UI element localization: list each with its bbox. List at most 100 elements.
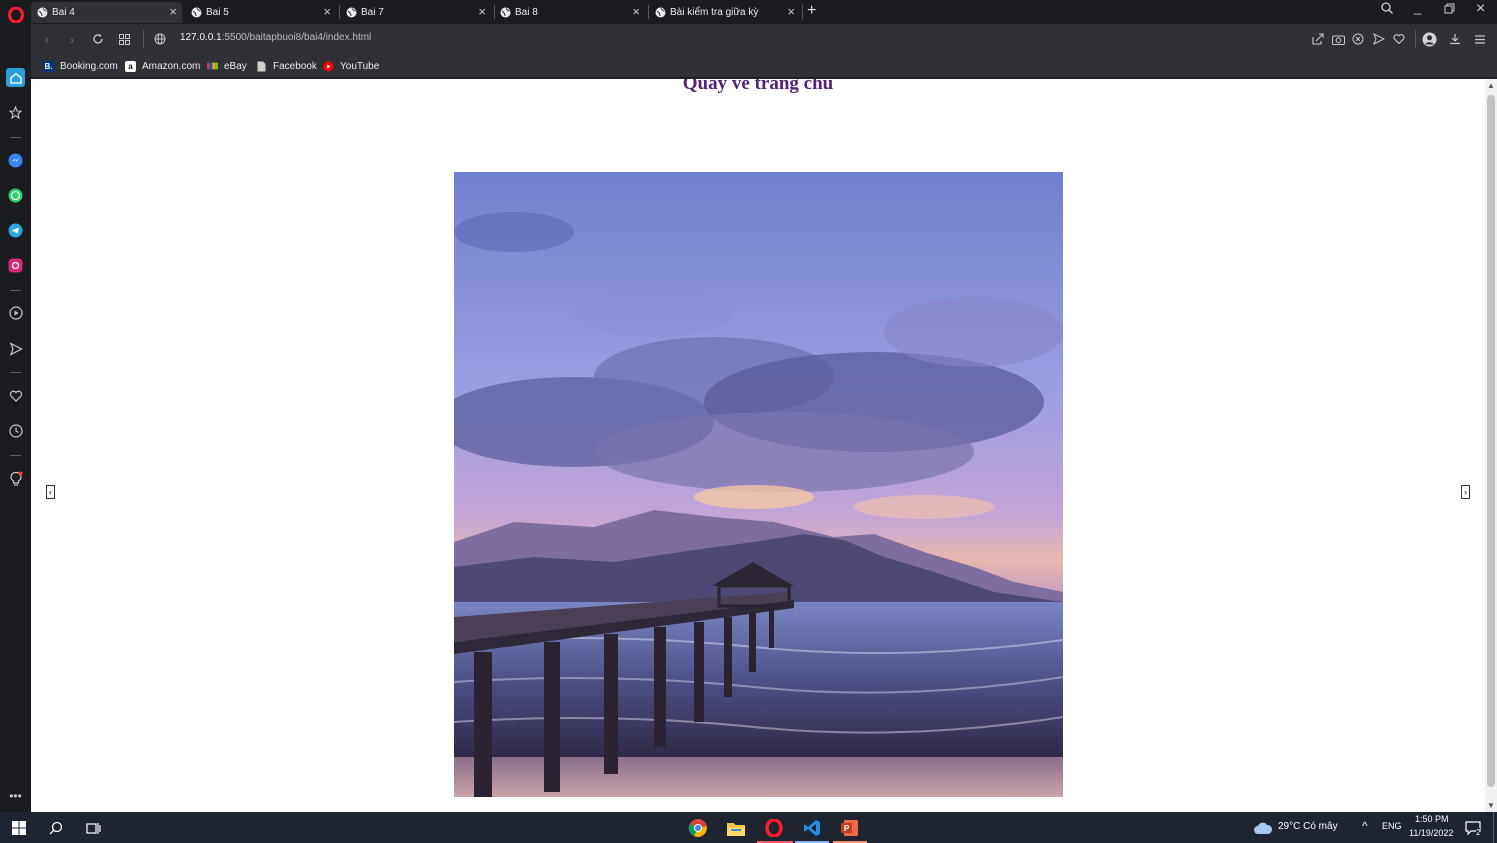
ebay-icon — [207, 61, 218, 72]
sidebar-separator — [10, 455, 21, 456]
easy-setup-menu-icon[interactable] — [1472, 31, 1488, 47]
sidebar-separator — [10, 290, 21, 291]
bookmark-heart-icon[interactable] — [1391, 31, 1407, 47]
forward-button[interactable]: › — [64, 31, 80, 47]
taskbar: P 29°C Có mây ^ ENG 1:50 PM 11/19/2022 2 — [0, 812, 1497, 843]
clock-time[interactable]: 1:50 PM — [1415, 814, 1449, 824]
bookmark-facebook[interactable]: Facebook — [256, 58, 317, 74]
document-icon — [256, 61, 267, 72]
minimize-button[interactable]: _ — [1414, 0, 1421, 15]
bookmark-label: Amazon.com — [142, 60, 201, 72]
telegram-icon[interactable] — [6, 221, 25, 240]
site-info-globe-icon[interactable] — [152, 31, 168, 47]
scroll-thumb[interactable] — [1487, 95, 1495, 787]
send-to-flow-icon[interactable] — [1371, 31, 1387, 47]
restore-button[interactable] — [1444, 2, 1455, 17]
tab-title: Bài kiểm tra giữa kỳ — [670, 7, 759, 18]
player-icon[interactable] — [6, 303, 25, 322]
show-desktop-divider[interactable] — [1493, 812, 1494, 843]
tab-title: Bai 7 — [361, 7, 384, 18]
windows-start-icon[interactable] — [8, 817, 30, 839]
search-tabs-icon[interactable] — [1381, 2, 1393, 17]
close-tab-icon[interactable]: × — [787, 5, 795, 19]
tab-bai-8[interactable]: Bai 8 × — [494, 2, 645, 23]
tab-bai-kiem-tra[interactable]: Bài kiểm tra giữa kỳ × — [649, 2, 800, 23]
bookmark-amazon[interactable]: a Amazon.com — [125, 58, 200, 74]
messenger-icon[interactable] — [6, 151, 25, 170]
whatsapp-icon[interactable] — [6, 186, 25, 205]
more-icon[interactable]: ••• — [6, 786, 25, 805]
bookmarks-bar: B. Booking.com a Amazon.com eBay Faceboo… — [31, 54, 1497, 78]
bookmark-label: Facebook — [273, 60, 317, 72]
close-tab-icon[interactable]: × — [169, 5, 177, 19]
sidebar-separator — [10, 372, 21, 373]
close-tab-icon[interactable]: × — [323, 5, 331, 19]
bookmark-label: Booking.com — [60, 60, 118, 72]
page-viewport: Quay về trang chủ ‹ › ▲ ▼ — [31, 79, 1497, 812]
tab-title: Bai 4 — [52, 7, 75, 18]
chrome-icon[interactable] — [687, 817, 709, 839]
home-link[interactable]: Quay về trang chủ — [31, 79, 1485, 95]
adblock-icon[interactable] — [1350, 31, 1366, 47]
bookmark-booking[interactable]: B. Booking.com — [43, 58, 118, 74]
home-icon[interactable] — [6, 68, 25, 87]
language-indicator[interactable]: ENG — [1382, 821, 1402, 831]
slider-next-button[interactable]: › — [1461, 485, 1470, 499]
vscode-icon[interactable] — [801, 817, 823, 839]
tab-title: Bai 5 — [206, 7, 229, 18]
heart-icon[interactable] — [6, 386, 25, 405]
tab-bai-5[interactable]: Bai 5 × — [185, 2, 336, 23]
snapshot-icon[interactable] — [1330, 31, 1346, 47]
vertical-scrollbar[interactable]: ▲ ▼ — [1485, 79, 1497, 812]
globe-icon — [346, 7, 357, 18]
svg-text:P: P — [844, 824, 850, 833]
bookmark-label: YouTube — [340, 60, 380, 72]
sidebar-separator — [10, 137, 21, 138]
search-icon[interactable] — [45, 817, 67, 839]
powerpoint-icon[interactable]: P — [839, 817, 861, 839]
scroll-up-icon[interactable]: ▲ — [1487, 81, 1495, 90]
globe-icon — [191, 7, 202, 18]
opera-logo-icon[interactable] — [6, 5, 25, 24]
task-view-icon[interactable] — [82, 817, 104, 839]
notification-center-icon[interactable] — [1462, 817, 1484, 839]
download-icon[interactable] — [1447, 31, 1463, 47]
close-tab-icon[interactable]: × — [632, 5, 640, 19]
bulb-icon[interactable] — [6, 469, 25, 488]
slider-prev-button[interactable]: ‹ — [46, 485, 55, 499]
youtube-icon — [323, 61, 334, 72]
bookmark-label: eBay — [224, 60, 247, 72]
bookmark-youtube[interactable]: YouTube — [323, 58, 379, 74]
tabs-grid-icon[interactable] — [116, 31, 132, 47]
toolbar-separator — [143, 30, 144, 48]
globe-icon — [500, 7, 511, 18]
globe-icon — [655, 7, 666, 18]
tab-title: Bai 8 — [515, 7, 538, 18]
back-button[interactable]: ‹ — [39, 31, 55, 47]
tab-bai-7[interactable]: Bai 7 × — [340, 2, 491, 23]
reload-button[interactable] — [90, 31, 106, 47]
browser-sidebar: ••• — [0, 0, 31, 812]
profile-avatar[interactable] — [1421, 31, 1437, 47]
bookmark-ebay[interactable]: eBay — [207, 58, 247, 74]
star-icon[interactable] — [6, 103, 25, 122]
new-tab-button[interactable]: + — [807, 2, 816, 20]
close-tab-icon[interactable]: × — [478, 5, 486, 19]
address-toolbar: ‹ › 127.0.0.1:5500/baitapbuoi8/bai4/inde… — [31, 24, 1497, 54]
tray-chevron-up-icon[interactable]: ^ — [1362, 819, 1368, 833]
screen: ••• Bai 4 × Bai 5 × Bai 7 × Bai 8 × Bài … — [0, 0, 1497, 843]
close-window-button[interactable]: × — [1476, 0, 1485, 18]
instagram-icon[interactable] — [6, 256, 25, 275]
share-icon[interactable] — [1310, 31, 1326, 47]
clock-date[interactable]: 11/19/2022 — [1409, 828, 1453, 838]
weather-text[interactable]: 29°C Có mây — [1278, 821, 1338, 832]
address-bar-url[interactable]: 127.0.0.1:5500/baitapbuoi8/bai4/index.ht… — [180, 32, 371, 43]
tab-bai-4[interactable]: Bai 4 × — [31, 2, 182, 23]
history-icon[interactable] — [6, 421, 25, 440]
scroll-down-icon[interactable]: ▼ — [1487, 801, 1495, 810]
opera-icon[interactable] — [763, 817, 785, 839]
send-icon[interactable] — [6, 339, 25, 358]
toolbar-separator — [1415, 30, 1416, 48]
tab-separator — [802, 5, 803, 19]
file-explorer-icon[interactable] — [725, 817, 747, 839]
